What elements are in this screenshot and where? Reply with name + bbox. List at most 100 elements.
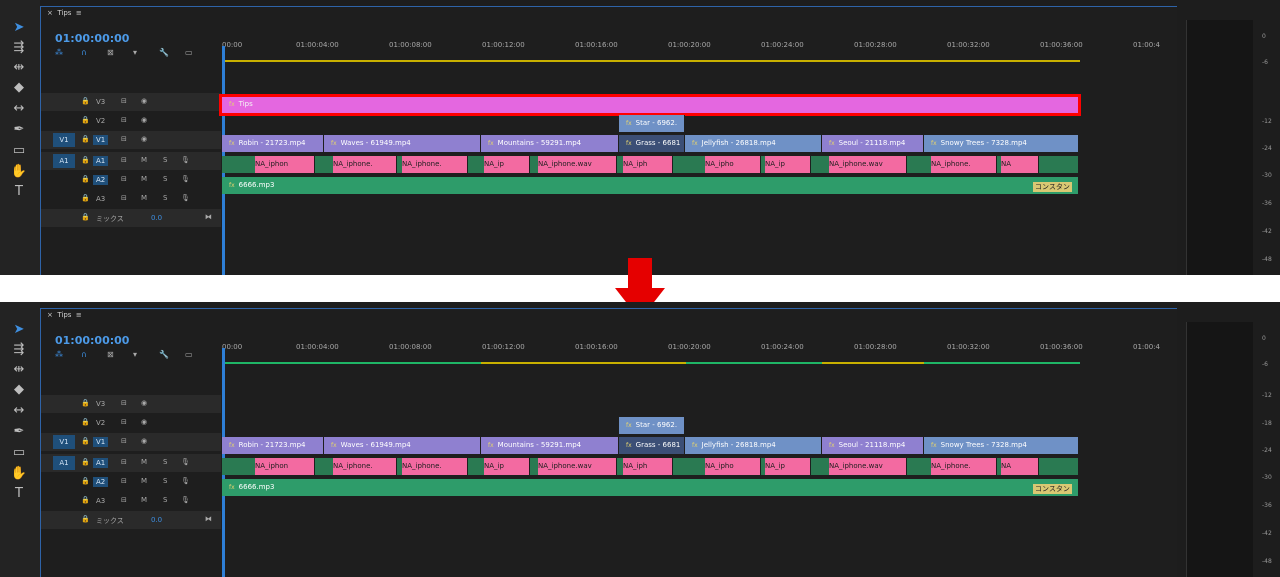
track-name-v2[interactable]: V2	[93, 116, 108, 126]
mute-button[interactable]: M	[141, 175, 147, 183]
mute-button[interactable]: M	[141, 477, 147, 485]
solo-button[interactable]: S	[163, 496, 167, 504]
audio-clip[interactable]: NA_iphone.	[931, 458, 997, 475]
video-clip[interactable]: fx Mountains - 59291.mp4	[481, 135, 619, 152]
razor-tool-icon[interactable]: ◆	[10, 382, 28, 398]
mix-volume-value[interactable]: 0.0	[151, 214, 162, 222]
source-patch-a1[interactable]: A1	[53, 154, 75, 168]
wrench-settings-icon[interactable]: 🔧	[159, 350, 185, 359]
microphone-icon[interactable]: 🎙	[181, 458, 190, 466]
slip-tool-icon[interactable]: ↔	[10, 403, 28, 419]
audio-clip[interactable]: NA_ip	[484, 458, 530, 475]
snap-magnet-icon[interactable]: ∩	[81, 350, 107, 359]
video-clip-star[interactable]: fx Star - 6962.	[619, 417, 685, 434]
track-name-v3[interactable]: V3	[93, 97, 108, 107]
lock-icon[interactable]: 🔒	[81, 156, 90, 164]
video-clip-star[interactable]: fx Star - 6962.	[619, 115, 685, 132]
type-tool-icon[interactable]: T	[10, 184, 28, 200]
sync-lock-icon[interactable]: ⊟	[121, 97, 127, 105]
audio-clip[interactable]: NA_iphone.	[333, 156, 397, 173]
linked-selection-icon[interactable]: ⊠	[107, 48, 133, 57]
audio-clip[interactable]: NA_iphone.wav	[829, 156, 907, 173]
audio-clip[interactable]: NA_iphone.wav	[829, 458, 907, 475]
constant-power-transition[interactable]: コンスタン	[1033, 484, 1072, 494]
audio-clip[interactable]: NA_ip	[765, 156, 811, 173]
video-clip[interactable]: fx Jellyfish - 26818.mp4	[685, 437, 822, 454]
rectangle-tool-icon[interactable]: ▭	[10, 445, 28, 461]
lock-icon[interactable]: 🔒	[81, 515, 90, 523]
linked-selection-icon[interactable]: ⊠	[107, 350, 133, 359]
add-marker-icon[interactable]: ▾	[133, 350, 159, 359]
audio-clip[interactable]: NA_iphone.	[402, 458, 468, 475]
lock-icon[interactable]: 🔒	[81, 477, 90, 485]
sync-lock-icon[interactable]: ⊟	[121, 496, 127, 504]
mute-button[interactable]: M	[141, 194, 147, 202]
hand-tool-icon[interactable]: ✋	[10, 164, 28, 180]
eye-icon[interactable]: ◉	[141, 418, 147, 426]
sync-lock-icon[interactable]: ⊟	[121, 418, 127, 426]
lock-icon[interactable]: 🔒	[81, 458, 90, 466]
track-name-v1[interactable]: V1	[93, 437, 109, 447]
selection-tool-icon[interactable]: ➤	[10, 322, 28, 338]
eye-icon[interactable]: ◉	[141, 97, 147, 105]
lock-icon[interactable]: 🔒	[81, 213, 90, 221]
sync-lock-icon[interactable]: ⊟	[121, 458, 127, 466]
audio-clip[interactable]: NA	[1001, 458, 1039, 475]
video-clip[interactable]: fx Waves - 61949.mp4	[324, 437, 481, 454]
sequence-tab[interactable]: × Tips ≡	[47, 9, 82, 17]
video-clip[interactable]: fx Seoul - 21118.mp4	[822, 437, 924, 454]
audio-clip[interactable]: NA_iphone.	[333, 458, 397, 475]
solo-button[interactable]: S	[163, 175, 167, 183]
mute-button[interactable]: M	[141, 496, 147, 504]
audio-clip[interactable]: NA_iphone.	[931, 156, 997, 173]
track-name-a1[interactable]: A1	[93, 458, 109, 468]
sync-lock-icon[interactable]: ⊟	[121, 477, 127, 485]
eye-icon[interactable]: ◉	[141, 437, 147, 445]
track-name-a3[interactable]: A3	[93, 194, 108, 204]
sync-lock-icon[interactable]: ⊟	[121, 156, 127, 164]
lock-icon[interactable]: 🔒	[81, 418, 90, 426]
mix-volume-value[interactable]: 0.0	[151, 516, 162, 524]
type-tool-icon[interactable]: T	[10, 486, 28, 502]
audio-clip-music[interactable]: fx 6666.mp3	[222, 479, 1079, 496]
eye-icon[interactable]: ◉	[141, 116, 147, 124]
video-clip[interactable]: fx Snowy Trees - 7328.mp4	[924, 437, 1079, 454]
mute-button[interactable]: M	[141, 156, 147, 164]
sync-lock-icon[interactable]: ⊟	[121, 175, 127, 183]
lock-icon[interactable]: 🔒	[81, 496, 90, 504]
track-name-v2[interactable]: V2	[93, 418, 108, 428]
ripple-edit-tool-icon[interactable]: ⇹	[10, 60, 28, 76]
audio-clip[interactable]: NA_ipho	[705, 458, 761, 475]
constant-power-transition[interactable]: コンスタン	[1033, 182, 1072, 192]
track-name-v1[interactable]: V1	[93, 135, 109, 145]
video-clip[interactable]: fx Mountains - 59291.mp4	[481, 437, 619, 454]
solo-button[interactable]: S	[163, 194, 167, 202]
track-name-a2[interactable]: A2	[93, 175, 109, 185]
lock-icon[interactable]: 🔒	[81, 194, 90, 202]
audio-clip[interactable]: NA_iphone.wav	[538, 458, 617, 475]
video-clip[interactable]: fx Jellyfish - 26818.mp4	[685, 135, 822, 152]
captions-icon[interactable]: ▭	[185, 48, 211, 57]
track-name-v3[interactable]: V3	[93, 399, 108, 409]
track-name-a3[interactable]: A3	[93, 496, 108, 506]
lock-icon[interactable]: 🔒	[81, 399, 90, 407]
wrench-settings-icon[interactable]: 🔧	[159, 48, 185, 57]
audio-clip[interactable]: NA_iphone.wav	[538, 156, 617, 173]
solo-button[interactable]: S	[163, 156, 167, 164]
track-name-a1[interactable]: A1	[93, 156, 109, 166]
sync-lock-icon[interactable]: ⊟	[121, 194, 127, 202]
ripple-edit-tool-icon[interactable]: ⇹	[10, 362, 28, 378]
captions-icon[interactable]: ▭	[185, 350, 211, 359]
pen-tool-icon[interactable]: ✒	[10, 424, 28, 440]
video-clip[interactable]: fx Grass - 6681	[619, 437, 685, 454]
track-select-tool-icon[interactable]: ⇶	[10, 40, 28, 56]
microphone-icon[interactable]: 🎙	[181, 496, 190, 504]
lock-icon[interactable]: 🔒	[81, 97, 90, 105]
sync-lock-icon[interactable]: ⊟	[121, 116, 127, 124]
audio-clip[interactable]: NA_iphon	[255, 156, 315, 173]
pen-tool-icon[interactable]: ✒	[10, 122, 28, 138]
slip-tool-icon[interactable]: ↔	[10, 101, 28, 117]
microphone-icon[interactable]: 🎙	[181, 175, 190, 183]
audio-clip-music[interactable]: fx 6666.mp3	[222, 177, 1079, 194]
lock-icon[interactable]: 🔒	[81, 437, 90, 445]
